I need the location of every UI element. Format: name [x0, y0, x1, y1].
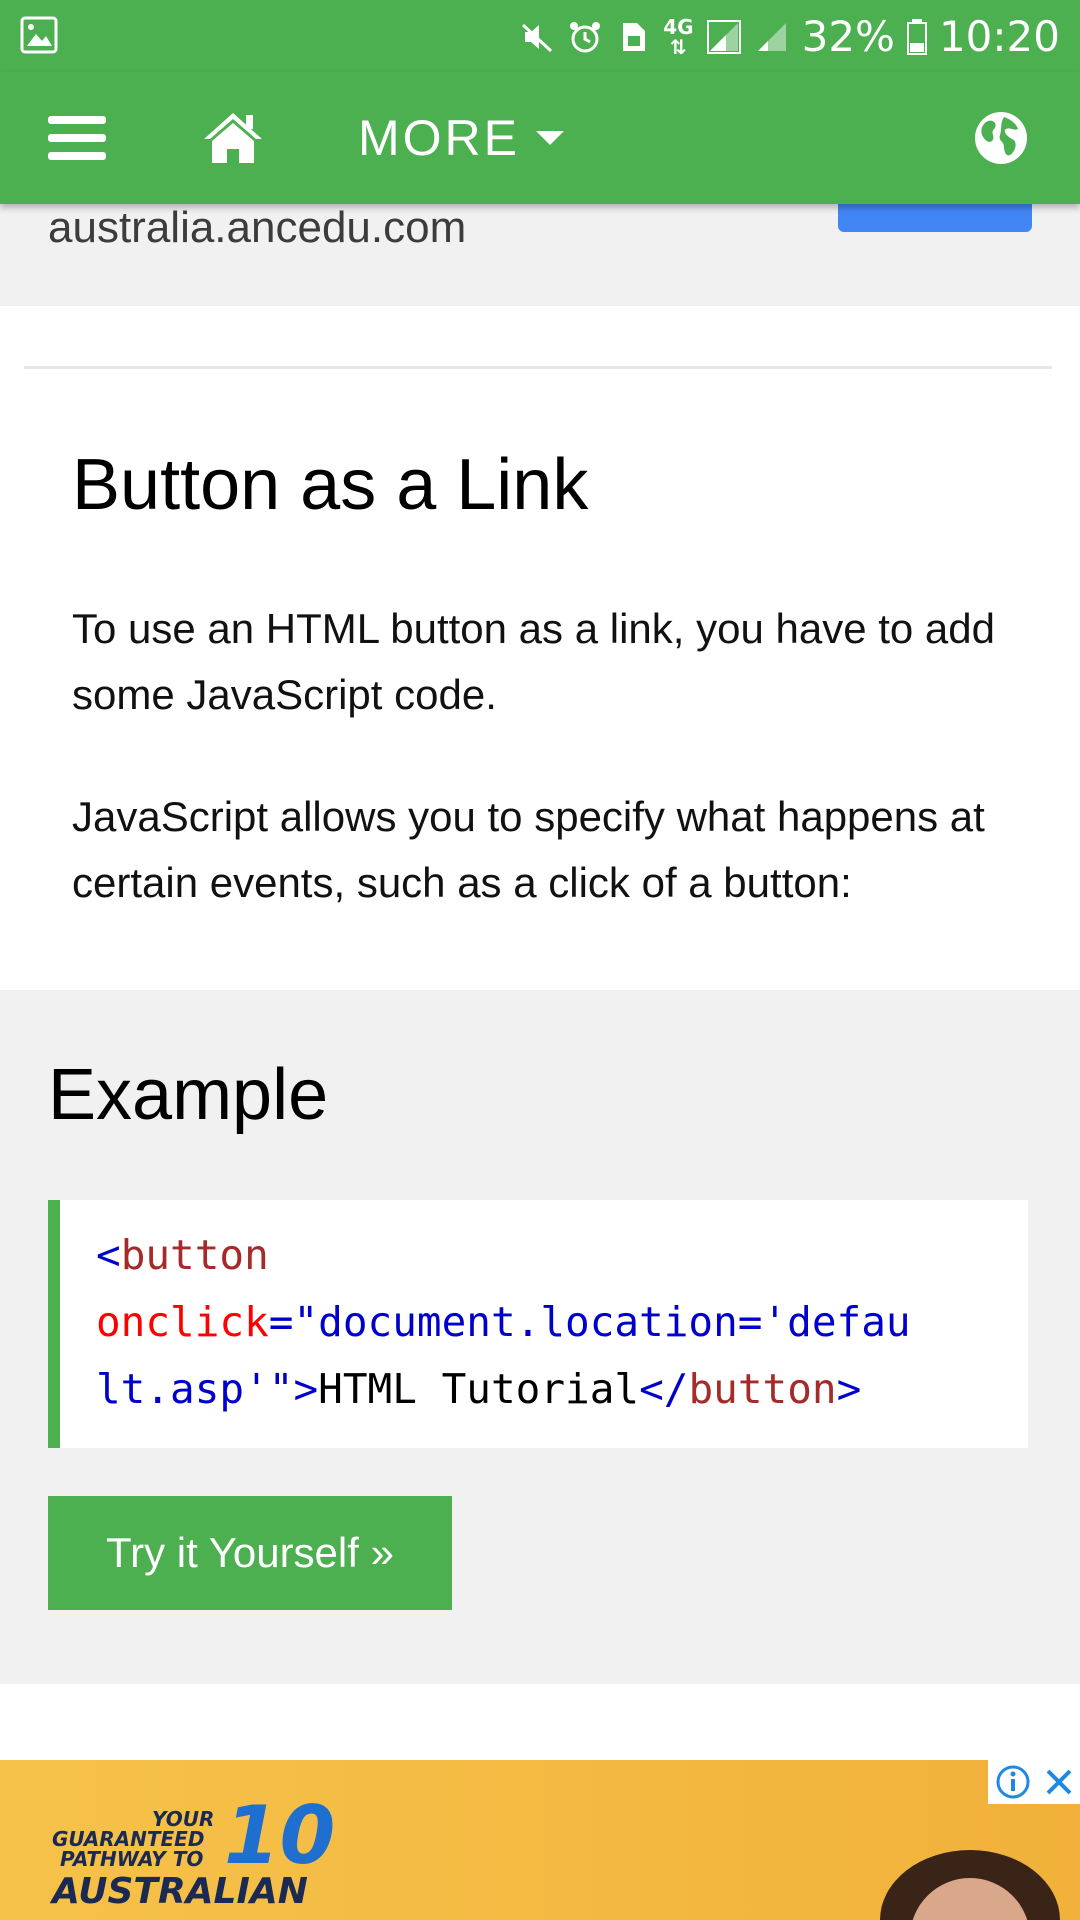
signal-strength-icon — [706, 20, 741, 54]
code-token: lt.asp'" — [96, 1365, 294, 1413]
battery-icon — [906, 19, 927, 55]
globe-button[interactable] — [974, 72, 1028, 204]
intro-paragraph: To use an HTML button as a link, you hav… — [72, 605, 995, 718]
logo-number: 10 — [224, 1789, 336, 1882]
code-token: < — [96, 1231, 121, 1279]
menu-button[interactable] — [48, 72, 106, 204]
hamburger-menu-icon — [48, 116, 106, 160]
example-heading: Example — [48, 1055, 329, 1135]
code-token: </ — [639, 1365, 689, 1413]
banner-ad[interactable]: YOUR GUARANTEED PATHWAY TO 10 AUSTRALIAN — [0, 1760, 1080, 1920]
caret-down-icon — [536, 131, 564, 145]
page-title: Button as a Link — [72, 445, 589, 525]
alarm-icon — [570, 22, 601, 53]
mute-icon — [522, 23, 553, 53]
network-type-indicator: 4G ⇅ — [663, 17, 693, 57]
code-token: > — [293, 1365, 319, 1413]
code-line-3: lt.asp'">HTML Tutorial</button> — [96, 1356, 1028, 1423]
example-section: Example <button onclick="document.locati… — [0, 990, 1080, 1684]
more-label: MORE — [358, 110, 520, 166]
code-example: <button onclick="document.location='defa… — [48, 1200, 1028, 1448]
home-button[interactable] — [202, 72, 264, 204]
code-line-1: <button — [96, 1222, 1028, 1289]
top-nav-bar: MORE — [0, 72, 1080, 204]
more-dropdown[interactable]: MORE — [358, 72, 564, 204]
clock: 10:20 — [938, 12, 1060, 61]
close-icon[interactable] — [1044, 1767, 1074, 1797]
code-token: ="document.location='defau — [268, 1298, 911, 1346]
code-token: onclick — [96, 1298, 269, 1346]
code-token: button — [120, 1231, 269, 1279]
globe-icon — [975, 112, 1027, 164]
ad-url[interactable]: australia.ancedu.com — [48, 204, 466, 252]
divider — [24, 366, 1052, 369]
code-token: button — [688, 1365, 837, 1413]
sim-card-icon — [623, 23, 646, 51]
data-arrows-icon: ⇅ — [670, 35, 687, 59]
code-token: > — [836, 1365, 862, 1413]
try-it-yourself-button[interactable]: Try it Yourself » — [48, 1496, 452, 1610]
signal-strength-2-icon — [757, 23, 786, 51]
home-icon — [204, 113, 262, 163]
banner-logo: YOUR GUARANTEED PATHWAY TO 10 AUSTRALIAN — [52, 1794, 352, 1920]
code-line-2: onclick="document.location='defau — [96, 1289, 1028, 1356]
logo-text: PATHWAY TO — [60, 1847, 204, 1871]
code-token: HTML Tutorial — [318, 1365, 640, 1413]
battery-percentage: 32% — [801, 12, 895, 61]
info-icon[interactable] — [995, 1764, 1031, 1800]
ad-choices[interactable] — [988, 1760, 1080, 1804]
status-bar: 4G ⇅ 32% 10:20 — [0, 0, 1080, 72]
description-paragraph: JavaScript allows you to specify what ha… — [72, 793, 985, 906]
network-type-label: 4G — [663, 15, 694, 39]
logo-text: AUSTRALIAN — [52, 1871, 308, 1912]
gallery-notification-icon — [20, 16, 58, 54]
